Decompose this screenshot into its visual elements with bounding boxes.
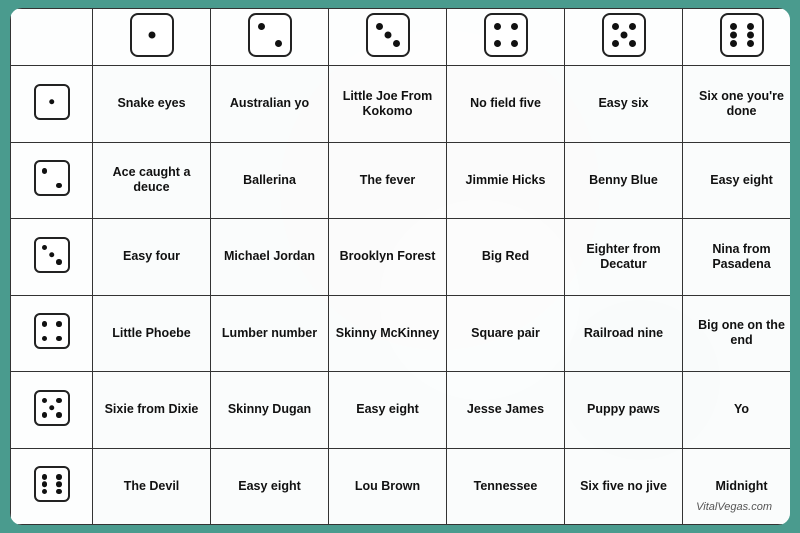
cell-r3-c1: Easy four — [93, 219, 211, 296]
cell-r2-c5: Benny Blue — [565, 142, 683, 219]
cell-r1-c1: Snake eyes — [93, 66, 211, 143]
cell-r3-c3: Brooklyn Forest — [329, 219, 447, 296]
cell-r1-c3: Little Joe From Kokomo — [329, 66, 447, 143]
col-header-4 — [447, 9, 565, 66]
cell-r1-c2: Australian yo — [211, 66, 329, 143]
col-header-1 — [93, 9, 211, 66]
cell-r6-c1: The Devil — [93, 448, 211, 525]
cell-r4-c3: Skinny McKinney — [329, 295, 447, 372]
row-die-icon-4 — [34, 313, 70, 349]
row-header-1 — [11, 66, 93, 143]
cell-r3-c5: Eighter from Decatur — [565, 219, 683, 296]
row-die-icon-3 — [34, 237, 70, 273]
cell-r1-c6: Six one you're done — [683, 66, 791, 143]
table-row: Little PhoebeLumber numberSkinny McKinne… — [11, 295, 791, 372]
cell-r6-c5: Six five no jive — [565, 448, 683, 525]
die-icon-3 — [366, 13, 410, 57]
table-row: Sixie from DixieSkinny DuganEasy eightJe… — [11, 372, 791, 449]
cell-r6-c2: Easy eight — [211, 448, 329, 525]
cell-r5-c5: Puppy paws — [565, 372, 683, 449]
table-row: Ace caught a deuceBallerinaThe feverJimm… — [11, 142, 791, 219]
table-row: Snake eyesAustralian yoLittle Joe From K… — [11, 66, 791, 143]
col-header-3 — [329, 9, 447, 66]
row-die-icon-5 — [34, 390, 70, 426]
cell-r4-c4: Square pair — [447, 295, 565, 372]
row-header-2 — [11, 142, 93, 219]
cell-r6-c3: Lou Brown — [329, 448, 447, 525]
cell-r3-c2: Michael Jordan — [211, 219, 329, 296]
die-icon-5 — [602, 13, 646, 57]
cell-r6-c4: Tennessee — [447, 448, 565, 525]
cell-r5-c1: Sixie from Dixie — [93, 372, 211, 449]
row-die-icon-1 — [34, 84, 70, 120]
cell-r5-c2: Skinny Dugan — [211, 372, 329, 449]
die-icon-2 — [248, 13, 292, 57]
cell-r2-c1: Ace caught a deuce — [93, 142, 211, 219]
col-header-5 — [565, 9, 683, 66]
cell-r2-c6: Easy eight — [683, 142, 791, 219]
craps-names-table: Snake eyesAustralian yoLittle Joe From K… — [10, 8, 790, 525]
cell-r2-c2: Ballerina — [211, 142, 329, 219]
die-icon-4 — [484, 13, 528, 57]
main-table-container: Snake eyesAustralian yoLittle Joe From K… — [10, 8, 790, 525]
cell-r4-c5: Railroad nine — [565, 295, 683, 372]
row-header-4 — [11, 295, 93, 372]
cell-r5-c4: Jesse James — [447, 372, 565, 449]
cell-r4-c2: Lumber number — [211, 295, 329, 372]
row-header-5 — [11, 372, 93, 449]
cell-r1-c5: Easy six — [565, 66, 683, 143]
cell-r5-c3: Easy eight — [329, 372, 447, 449]
cell-r3-c4: Big Red — [447, 219, 565, 296]
cell-r2-c4: Jimmie Hicks — [447, 142, 565, 219]
cell-r1-c4: No field five — [447, 66, 565, 143]
corner-cell — [11, 9, 93, 66]
col-header-2 — [211, 9, 329, 66]
table-row: Easy fourMichael JordanBrooklyn ForestBi… — [11, 219, 791, 296]
watermark-text: VitalVegas.com — [696, 501, 772, 513]
cell-r5-c6: Yo — [683, 372, 791, 449]
cell-r3-c6: Nina from Pasadena — [683, 219, 791, 296]
cell-r4-c1: Little Phoebe — [93, 295, 211, 372]
die-icon-6 — [720, 13, 764, 57]
row-die-icon-6 — [34, 466, 70, 502]
row-die-icon-2 — [34, 160, 70, 196]
cell-r4-c6: Big one on the end — [683, 295, 791, 372]
row-header-3 — [11, 219, 93, 296]
die-icon-1 — [130, 13, 174, 57]
table-row: The DevilEasy eightLou BrownTennesseeSix… — [11, 448, 791, 525]
row-header-6 — [11, 448, 93, 525]
cell-r2-c3: The fever — [329, 142, 447, 219]
cell-r6-c6: Midnight — [683, 448, 791, 525]
col-header-6 — [683, 9, 791, 66]
